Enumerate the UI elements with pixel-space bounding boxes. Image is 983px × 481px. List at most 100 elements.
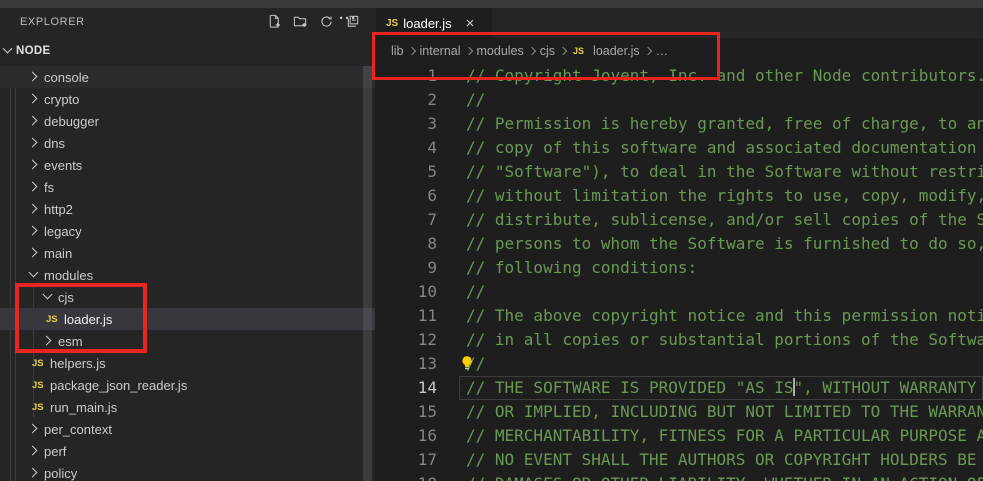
code-line-15[interactable]: 15// OR IMPLIED, INCLUDING BUT NOT LIMIT… — [375, 400, 983, 424]
tree-item-label: helpers.js — [50, 356, 106, 371]
breadcrumb-item--[interactable]: … — [656, 44, 669, 58]
tree-item-cjs[interactable]: cjs — [0, 286, 375, 308]
tree-item-console[interactable]: console — [0, 66, 375, 88]
tree-item-crypto[interactable]: crypto — [0, 88, 375, 110]
tree-item-label: per_context — [44, 422, 112, 437]
chevron-right-icon — [26, 113, 42, 129]
tree-item-dns[interactable]: dns — [0, 132, 375, 154]
line-text: // Copyright Joyent, Inc. and other Node… — [466, 64, 983, 88]
line-text: // Permission is hereby granted, free of… — [466, 112, 983, 136]
chevron-right-icon — [643, 46, 653, 56]
tree-item-label: fs — [44, 180, 54, 195]
tree-item-per-context[interactable]: per_context — [0, 418, 375, 440]
chevron-right-icon — [407, 46, 417, 56]
code-line-18[interactable]: 18 // DAMAGES OR OTHER LIABILITY, WHETHER… — [375, 472, 983, 481]
line-number: 9 — [375, 256, 437, 280]
js-file-icon: JS — [46, 314, 62, 325]
tree-item-legacy[interactable]: legacy — [0, 220, 375, 242]
line-number: 2 — [375, 88, 437, 112]
tree-item-label: esm — [58, 334, 83, 349]
tree-item-loader-js[interactable]: JSloader.js — [0, 308, 375, 330]
line-text: // — [466, 280, 485, 304]
line-text: // distribute, sublicense, and/or sell c… — [466, 208, 983, 232]
js-file-icon: JS — [386, 18, 398, 29]
line-number: 14 — [375, 376, 437, 400]
tree-item-run-main-js[interactable]: JSrun_main.js — [0, 396, 375, 418]
code-line-7[interactable]: 7 // distribute, sublicense, and/or sell … — [375, 208, 983, 232]
line-text: // DAMAGES OR OTHER LIABILITY, WHETHER I… — [466, 472, 983, 481]
breadcrumb-item-modules[interactable]: modules — [477, 44, 524, 58]
editor-group: JS loader.js × lib internal modules cjs JS lo… — [375, 8, 983, 481]
code-line-17[interactable]: 17// NO EVENT SHALL THE AUTHORS OR COPYR… — [375, 448, 983, 472]
chevron-right-icon — [40, 333, 56, 349]
code-line-16[interactable]: 16 // MERCHANTABILITY, FITNESS FOR A PART… — [375, 424, 983, 448]
line-number: 5 — [375, 160, 437, 184]
new-folder-icon[interactable] — [292, 13, 309, 30]
tree-item-label: http2 — [44, 202, 73, 217]
tree-item-package-json-reader-js[interactable]: JSpackage_json_reader.js — [0, 374, 375, 396]
line-text: // "Software"), to deal in the Software … — [466, 160, 983, 184]
code-line-8[interactable]: 8// persons to whom the Software is furn… — [375, 232, 983, 256]
line-number: 10 — [375, 280, 437, 304]
chevron-right-icon — [26, 179, 42, 195]
tree-item-helpers-js[interactable]: JShelpers.js — [0, 352, 375, 374]
code-line-10[interactable]: 10 // — [375, 280, 983, 304]
collapse-all-icon[interactable] — [344, 13, 361, 30]
tree-item-esm[interactable]: esm — [0, 330, 375, 352]
tree-item-label: crypto — [44, 92, 79, 107]
breadcrumb-item-loader-js[interactable]: loader.js — [593, 44, 640, 58]
breadcrumb-item-internal[interactable]: internal — [420, 44, 461, 58]
code-line-1[interactable]: 1 // Copyright Joyent, Inc. and other Nod… — [375, 64, 983, 88]
tree-item-perf[interactable]: perf — [0, 440, 375, 462]
code-line-6[interactable]: 6// without limitation the rights to use… — [375, 184, 983, 208]
line-number: 7 — [375, 208, 437, 232]
chevron-right-icon — [26, 465, 42, 481]
breadcrumb-item-cjs[interactable]: cjs — [540, 44, 555, 58]
tab-loader-js[interactable]: JS loader.js × — [376, 8, 492, 38]
chevron-right-icon — [26, 201, 42, 217]
chevron-right-icon — [26, 245, 42, 261]
code-line-4[interactable]: 4// copy of this software and associated… — [375, 136, 983, 160]
line-number: 1 — [375, 64, 437, 88]
refresh-icon[interactable] — [318, 13, 335, 30]
tree-item-events[interactable]: events — [0, 154, 375, 176]
line-text: // following conditions: — [466, 256, 697, 280]
tab-label: loader.js — [403, 16, 451, 31]
tree-item-debugger[interactable]: debugger — [0, 110, 375, 132]
tree-item-policy[interactable]: policy — [0, 462, 375, 481]
tree-item-label: modules — [44, 268, 93, 283]
tree-item-label: package_json_reader.js — [50, 378, 187, 393]
breadcrumb-item-lib[interactable]: lib — [391, 44, 404, 58]
vscode-window: EXPLORER ··· NODE consolecryptodebuggerd… — [0, 0, 983, 481]
tree-item-label: legacy — [44, 224, 82, 239]
code-line-12[interactable]: 12// in all copies or substantial portio… — [375, 328, 983, 352]
chevron-right-icon — [26, 91, 42, 107]
code-line-14[interactable]: 14 // THE SOFTWARE IS PROVIDED "AS IS", W… — [375, 376, 983, 400]
line-number: 18 — [375, 472, 437, 481]
line-text: // MERCHANTABILITY, FITNESS FOR A PARTIC… — [466, 424, 983, 448]
tree-item-label: dns — [44, 136, 65, 151]
code-line-9[interactable]: 9 // following conditions: — [375, 256, 983, 280]
new-file-icon[interactable] — [266, 13, 283, 30]
chevron-right-icon — [26, 223, 42, 239]
code-line-3[interactable]: 3// Permission is hereby granted, free o… — [375, 112, 983, 136]
chevron-right-icon — [527, 46, 537, 56]
code-line-11[interactable]: 11// The above copyright notice and this… — [375, 304, 983, 328]
js-file-icon: JS — [32, 402, 48, 413]
sidebar-scrollbar[interactable] — [363, 66, 372, 481]
section-header-node[interactable]: NODE — [0, 36, 375, 66]
close-icon[interactable]: × — [466, 16, 475, 31]
code-line-2[interactable]: 2// — [375, 88, 983, 112]
line-text: // THE SOFTWARE IS PROVIDED "AS IS", WIT… — [466, 376, 983, 400]
tree-item-modules[interactable]: modules — [0, 264, 375, 286]
tree-item-http2[interactable]: http2 — [0, 198, 375, 220]
code-line-5[interactable]: 5 // "Software"), to deal in the Software… — [375, 160, 983, 184]
line-number: 6 — [375, 184, 437, 208]
tree-item-main[interactable]: main — [0, 242, 375, 264]
quick-fix-lightbulb-icon[interactable] — [459, 355, 475, 371]
code-editor[interactable]: 1 // Copyright Joyent, Inc. and other Nod… — [375, 64, 983, 481]
tree-item-fs[interactable]: fs — [0, 176, 375, 198]
line-text: // The above copyright notice and this p… — [466, 304, 983, 328]
line-number: 16 — [375, 424, 437, 448]
js-file-icon: JS — [32, 358, 48, 369]
